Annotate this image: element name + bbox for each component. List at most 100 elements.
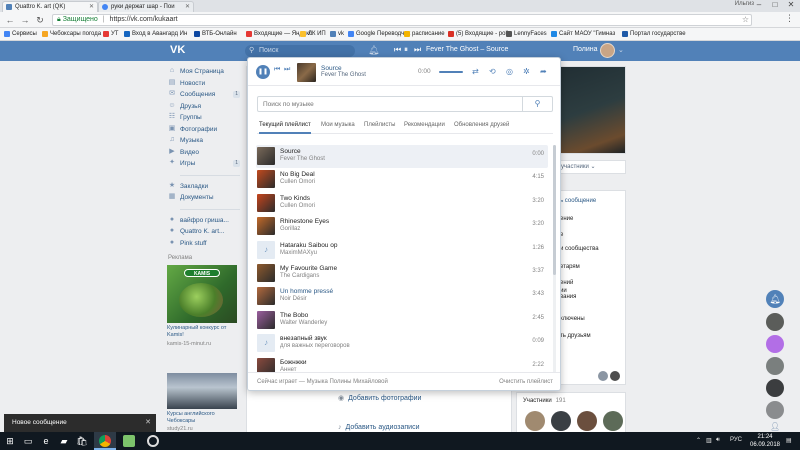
bookmark-star-icon[interactable]: ☆ [742, 15, 749, 25]
bookmark-item[interactable]: (5) Входящие - polin [448, 30, 511, 39]
add-audio-link[interactable]: ♪ Добавить аудиозаписи [338, 424, 420, 431]
track-artist[interactable]: Cullen Omori [280, 179, 315, 185]
track-row[interactable]: ♪ внезапный звук для важных переговоров 0:0… [256, 332, 548, 355]
tab-friends-updates[interactable]: Обновления друзей [454, 122, 509, 128]
sidebar-item[interactable]: ✦ Игры 1 [168, 158, 240, 170]
file-explorer-icon[interactable]: ▰ [58, 435, 70, 447]
music-search-field[interactable]: ⚲ [257, 96, 553, 112]
group-action-item[interactable]: и сообщества [560, 246, 599, 252]
ad-image-english[interactable] [167, 373, 237, 409]
member-avatar[interactable] [577, 411, 597, 431]
bookmark-item[interactable]: УТ [103, 30, 118, 39]
friend-avatar[interactable] [610, 371, 620, 381]
friend-avatar[interactable] [598, 371, 608, 381]
vk-search-input[interactable]: ⚲ Поиск [245, 45, 355, 57]
bookmark-item[interactable]: ЛК ИП [300, 30, 326, 39]
group-action-item[interactable]: ключены [560, 316, 585, 322]
track-title[interactable]: Rhinestone Eyes [280, 218, 329, 225]
bookmark-item[interactable]: расписание [404, 30, 445, 39]
notifications-bell-icon[interactable]: 🔔︎ [368, 45, 379, 56]
group-action-item[interactable]: вания [560, 294, 576, 300]
close-icon[interactable]: ✕ [145, 414, 151, 432]
chevron-down-icon[interactable]: ⌄ [618, 46, 624, 54]
sidebar-item[interactable]: ▤ Новости [168, 78, 240, 90]
chat-avatar[interactable] [766, 379, 784, 397]
sidebar-item[interactable]: ▣ Фотографии [168, 124, 240, 136]
sidebar-item[interactable]: ★ Закладки [168, 181, 240, 193]
sidebar-item[interactable]: ☺ Друзья [168, 101, 240, 113]
track-artist[interactable]: Walter Wanderley [280, 320, 327, 326]
header-prev-icon[interactable]: ⏮︎ [394, 45, 401, 55]
header-pause-icon[interactable]: ⏸︎ [404, 45, 408, 55]
header-next-icon[interactable]: ⏭︎ [414, 45, 421, 55]
sidebar-item[interactable]: ● вайфро гриша... [168, 215, 240, 227]
header-user-name[interactable]: Полина [573, 46, 598, 53]
bookmark-item[interactable]: Сайт МАОУ "Гимназ [551, 30, 615, 39]
track-title[interactable]: Source [280, 148, 301, 155]
sidebar-item[interactable]: ✉ Сообщения 1 [168, 89, 240, 101]
track-row[interactable]: ♪ Hataraku Saibou op MaximMAXyu 1:26 [256, 239, 548, 262]
ad-title[interactable]: Кулинарный конкурс от Kamis! [167, 325, 239, 339]
bookmark-item[interactable]: Чебоксары погода [42, 30, 101, 39]
sidebar-item[interactable]: ● Pink stuff [168, 238, 240, 250]
bookmark-item[interactable]: Google Переводчик [348, 30, 410, 39]
sidebar-item[interactable]: ⌂ Моя Страница [168, 66, 240, 78]
member-avatar[interactable] [551, 411, 571, 431]
app-taskbar-app[interactable] [142, 432, 164, 450]
add-chat-icon[interactable]: 👤︎ [770, 422, 780, 431]
task-view-icon[interactable]: ▭ [22, 435, 34, 447]
windows-start-icon[interactable]: ⊞ [4, 435, 16, 447]
browser-tab-1[interactable]: Quattro K. art (QK) ✕ [2, 1, 98, 12]
track-artist[interactable]: Gorillaz [280, 226, 300, 232]
current-track-title[interactable]: Source [321, 65, 342, 72]
chat-avatar[interactable] [766, 335, 784, 353]
add-photos-link[interactable]: ◉ Добавить фотографии [338, 394, 421, 402]
close-window-icon[interactable]: ✕ [784, 0, 798, 9]
track-row[interactable]: My Favourite Game The Cardigans 3:37 [256, 262, 548, 285]
members-title[interactable]: Участники 191 [523, 398, 566, 404]
track-title[interactable]: Un homme pressé [280, 288, 333, 295]
track-artist[interactable]: Fever The Ghost [280, 156, 325, 162]
track-artist[interactable]: Noir Désir [280, 296, 307, 302]
track-title[interactable]: Two Kinds [280, 195, 310, 202]
track-title[interactable]: My Favourite Game [280, 265, 337, 272]
reload-button[interactable]: ↻ [34, 14, 46, 26]
bookmark-item[interactable]: Портал государстве [622, 30, 686, 39]
forward-button[interactable]: → [19, 14, 31, 26]
member-avatar[interactable] [525, 411, 545, 431]
track-title[interactable]: внезапный звук [280, 335, 327, 342]
sidebar-item[interactable]: ● Quattro K. art... [168, 226, 240, 238]
track-row[interactable]: Source Fever The Ghost 0:00 [256, 145, 548, 169]
maximize-icon[interactable]: □ [768, 0, 782, 9]
action-center-icon[interactable]: ▤ [786, 437, 792, 444]
playlist-scrollbar[interactable] [553, 145, 556, 375]
track-artist[interactable]: для важных переговоров [280, 343, 350, 349]
shuffle-icon[interactable]: ⇄ [472, 67, 479, 76]
close-tab-icon[interactable]: ✕ [89, 2, 94, 12]
sidebar-item[interactable]: ♫ Музыка [168, 135, 240, 147]
new-message-toast[interactable]: Новое сообщение ✕ [4, 414, 156, 432]
broadcast-icon[interactable]: ◎ [506, 67, 513, 76]
group-action-item[interactable]: ение [560, 216, 573, 222]
back-button[interactable]: ← [4, 14, 16, 26]
track-row[interactable]: Two Kinds Cullen Omori 3:20 [256, 192, 548, 215]
avatar[interactable] [600, 43, 615, 58]
track-title[interactable]: No Big Deal [280, 171, 315, 178]
notification-bell-icon[interactable]: 🔔︎ [766, 290, 784, 308]
search-button[interactable]: ⚲ [522, 97, 552, 111]
track-row[interactable]: Божнжки Аннет 2:22 [256, 356, 548, 373]
sidebar-item[interactable]: ☷ Группы [168, 112, 240, 124]
bookmark-item[interactable]: ВТБ-Онлайн [194, 30, 237, 39]
ad-title-2[interactable]: Курсы английского Чебоксары [167, 411, 239, 425]
clear-playlist-button[interactable]: Очистить плейлист [499, 379, 553, 385]
bookmark-item[interactable]: LennyFaces [506, 30, 547, 39]
close-tab-icon[interactable]: ✕ [185, 2, 190, 12]
bookmark-item[interactable]: vk [330, 30, 344, 39]
track-row[interactable]: The Bobo Walter Wanderley 2:45 [256, 309, 548, 332]
tab-playlists[interactable]: Плейлисты [364, 122, 395, 128]
tab-my-music[interactable]: Мои музыка [321, 122, 355, 128]
vk-logo[interactable]: VK [170, 44, 188, 58]
tab-current-playlist[interactable]: Текущий плейлист [259, 122, 311, 134]
sidebar-item[interactable]: ▦ Документы [168, 192, 240, 204]
network-icon[interactable]: ▥ [706, 437, 712, 444]
